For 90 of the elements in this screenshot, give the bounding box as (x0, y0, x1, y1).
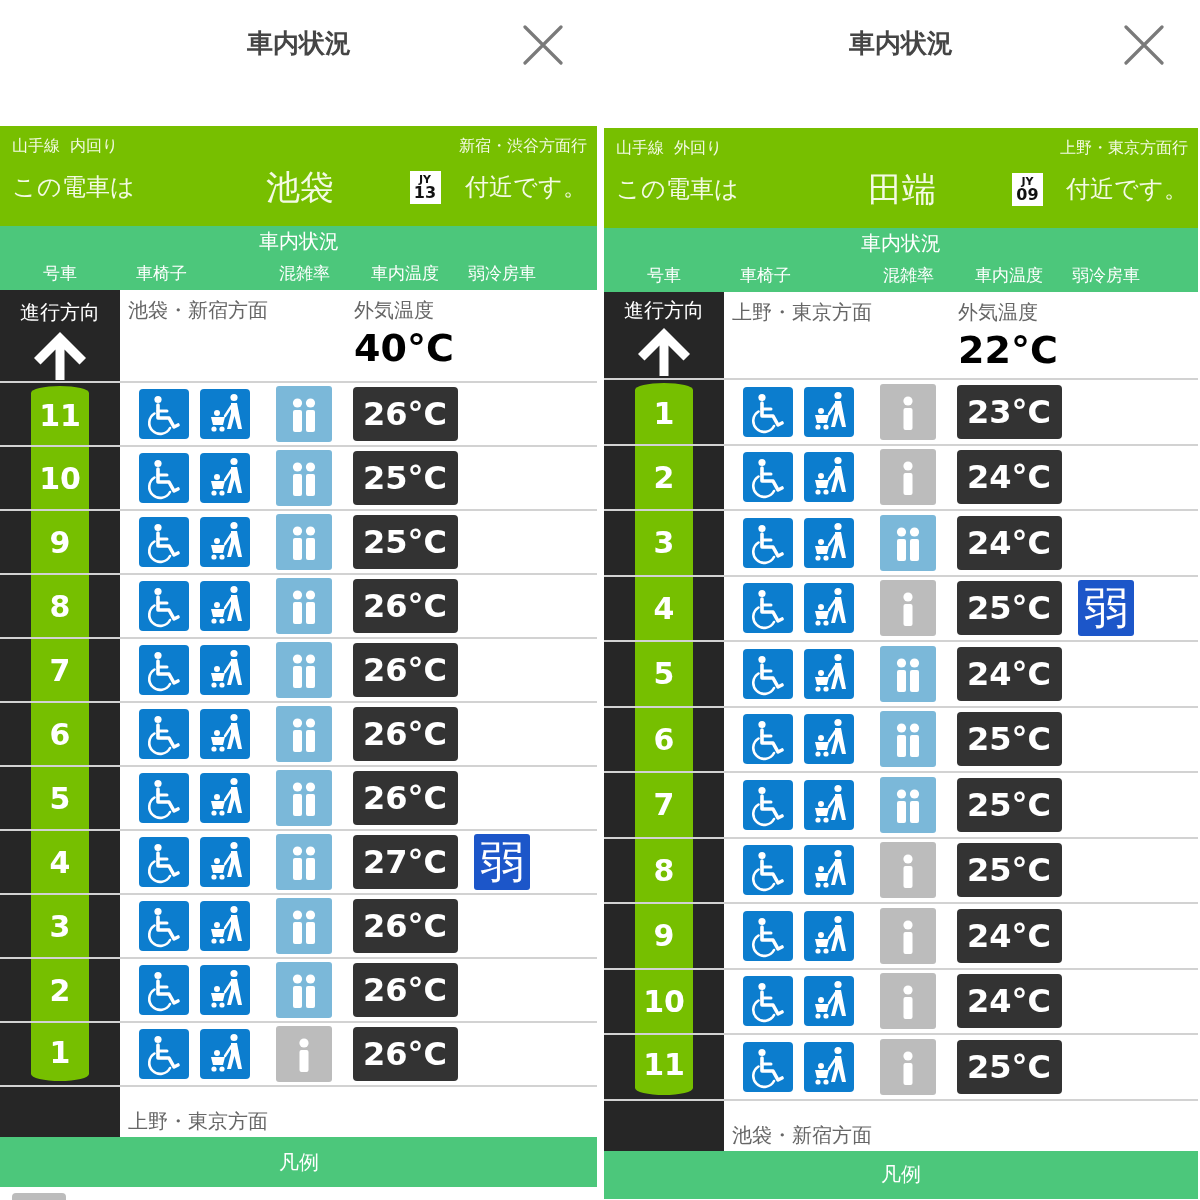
car-number: 9 (635, 904, 693, 968)
car-number: 3 (635, 511, 693, 575)
column-header: 車内温度 (975, 264, 1043, 287)
car-temperature: 25°C (956, 843, 1062, 898)
column-header: 混雑率 (882, 264, 934, 287)
screen-title: 車内状況 (246, 27, 351, 60)
up-arrow-icon (32, 329, 88, 380)
column-header: 弱冷房車 (1072, 264, 1140, 287)
column-header: 号車 (647, 264, 681, 287)
direction-text: 池袋・新宿方面 (732, 1121, 872, 1149)
close-icon (1124, 25, 1164, 65)
car-temperature: 24°C (956, 974, 1062, 1029)
car-number: 5 (31, 767, 89, 829)
car-number: 11 (635, 1035, 693, 1095)
column-header: 混雑率 (278, 262, 330, 285)
direction-text: 上野・東京方面 (128, 1108, 268, 1135)
car-number: 1 (635, 383, 693, 444)
legend-header[interactable]: 凡例 (604, 1150, 1198, 1199)
screen-title: 車内状況 (849, 27, 953, 60)
car-number: 4 (635, 576, 693, 640)
outside-temp-value: 40°C (354, 326, 454, 370)
station-code-badge: JY 13 (409, 170, 441, 204)
car-temperature: 27°C (352, 835, 458, 889)
direction-text: 池袋・新宿方面 (128, 298, 268, 322)
destination-text: 新宿・渋谷方面行 (459, 135, 587, 157)
car-number: 4 (31, 831, 89, 893)
location-text: 付近です。 (1066, 174, 1188, 205)
section-title: 車内状況 (258, 228, 339, 254)
close-button[interactable] (1122, 23, 1166, 67)
location-text: この電車は (616, 174, 740, 205)
car-temperature: 25°C (956, 581, 1062, 636)
car-temperature: 25°C (956, 712, 1062, 767)
outside-temp-value: 22°C (958, 328, 1058, 372)
car-temperature: 26°C (352, 387, 458, 441)
car-number: 3 (31, 895, 89, 957)
car-number: 9 (31, 511, 89, 573)
car-number: 8 (31, 575, 89, 637)
section-title: 車内状況 (861, 230, 941, 256)
car-temperature: 24°C (956, 515, 1062, 570)
direction-label: 進行方向 (624, 297, 704, 323)
car-number: 2 (635, 445, 693, 509)
car-temperature: 26°C (352, 579, 458, 633)
destination-text: 上野・東京方面行 (1060, 137, 1188, 159)
car-number: 10 (31, 447, 89, 509)
column-header: 弱冷房車 (468, 262, 536, 285)
car-number: 6 (31, 703, 89, 765)
car-number: 5 (635, 642, 693, 706)
close-icon (523, 25, 563, 65)
column-header: 号車 (43, 262, 77, 285)
car-temperature: 23°C (956, 384, 1062, 439)
car-number: 10 (635, 969, 693, 1033)
car-temperature: 26°C (352, 899, 458, 953)
car-number: 7 (635, 773, 693, 837)
car-temperature: 25°C (956, 1039, 1062, 1094)
line-name: 山手線 外回り (616, 137, 723, 159)
car-temperature: 24°C (956, 450, 1062, 505)
car-temperature: 25°C (352, 451, 458, 505)
column-header: 車椅子 (135, 262, 187, 285)
up-arrow-icon (636, 326, 692, 376)
car-number: 1 (31, 1023, 89, 1081)
location-text: この電車は (12, 172, 136, 203)
line-name: 山手線 内回り (12, 135, 119, 157)
legend-header[interactable]: 凡例 (0, 1137, 597, 1187)
car-temperature: 26°C (352, 707, 458, 761)
column-header: 車椅子 (739, 264, 791, 287)
outside-temp-label: 外気温度 (354, 297, 434, 324)
car-temperature: 26°C (352, 963, 458, 1017)
car-temperature: 24°C (956, 908, 1062, 963)
weak-cooling-badge: 弱 (1078, 580, 1134, 637)
car-number: 8 (635, 838, 693, 902)
station-code-badge: JY 09 (1012, 172, 1043, 206)
car-number: 2 (31, 959, 89, 1021)
direction-text: 上野・東京方面 (732, 300, 872, 324)
direction-label: 進行方向 (20, 298, 100, 325)
station-name: 田端 (868, 168, 936, 211)
car-temperature: 26°C (352, 1027, 458, 1081)
car-temperature: 25°C (352, 515, 458, 569)
car-temperature: 26°C (352, 643, 458, 697)
location-text: 付近です。 (465, 172, 587, 203)
close-button[interactable] (521, 23, 565, 67)
car-temperature: 24°C (956, 646, 1062, 701)
car-number: 7 (31, 639, 89, 701)
car-temperature: 26°C (352, 771, 458, 825)
car-number: 11 (31, 386, 89, 445)
outside-temp-label: 外気温度 (958, 299, 1038, 326)
station-name: 池袋 (265, 166, 334, 209)
car-temperature: 25°C (956, 777, 1062, 832)
car-number: 6 (635, 707, 693, 771)
weak-cooling-badge: 弱 (474, 834, 530, 890)
column-header: 車内温度 (371, 262, 439, 285)
